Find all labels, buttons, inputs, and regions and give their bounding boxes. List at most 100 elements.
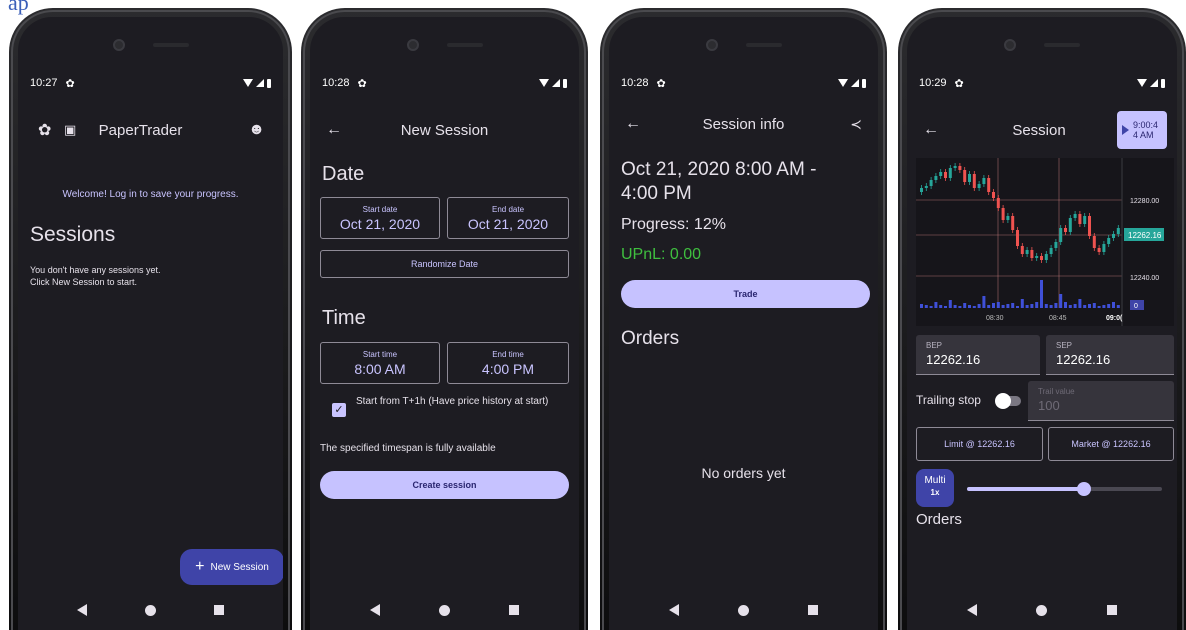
price-chart[interactable]: 12262.16 12280.00 12240.00 0 08:30 08:45…	[916, 158, 1174, 326]
screen-title: New Session	[400, 121, 489, 139]
phone-session-trading: 10:29 ✿ ← Session 9:00:4 4 AM 12262.16 1…	[898, 8, 1186, 630]
end-date-picker[interactable]: End date Oct 21, 2020	[447, 197, 569, 239]
sep-field: SEP 12262.16	[1046, 335, 1174, 375]
multiplier-slider-thumb[interactable]	[1077, 482, 1091, 496]
nav-back-icon[interactable]	[77, 604, 87, 616]
volume-bar	[1016, 306, 1019, 308]
status-bar: 10:29 ✿	[919, 75, 1165, 91]
randomize-date-button[interactable]: Randomize Date	[320, 250, 569, 278]
time-heading: Time	[322, 307, 366, 329]
nav-recents-icon[interactable]	[1107, 605, 1118, 615]
candle	[958, 166, 962, 170]
candle	[963, 170, 967, 182]
trailing-stop-toggle[interactable]	[995, 393, 1021, 409]
gear-icon: ✿	[65, 77, 75, 90]
start-time-picker[interactable]: Start time 8:00 AM	[320, 342, 440, 384]
volume-bar	[1030, 304, 1034, 308]
candle	[996, 198, 1000, 208]
price-label-high: 12280.00	[1130, 198, 1159, 205]
volume-bar	[982, 296, 986, 308]
candle	[1054, 242, 1058, 248]
candle	[924, 186, 928, 188]
sep-label: SEP	[1056, 341, 1073, 350]
candle	[948, 168, 952, 178]
start-offset-label: Start from T+1h (Have price history at s…	[356, 396, 549, 407]
new-session-button[interactable]: + New Session	[180, 549, 283, 585]
plus-icon: +	[195, 558, 205, 575]
price-label-low: 12240.00	[1130, 275, 1159, 282]
play-icon	[1122, 125, 1129, 135]
share-icon[interactable]: ≺	[850, 116, 862, 133]
candle	[1030, 250, 1034, 258]
candle	[934, 176, 938, 180]
multiplier-badge[interactable]: Multi 1x	[916, 469, 954, 507]
volume-bar	[992, 303, 995, 308]
limit-order-button[interactable]: Limit @ 12262.16	[916, 427, 1043, 461]
wifi-icon	[243, 79, 253, 87]
screen: 10:28 ✿ ← New Session Date Start date Oc…	[310, 17, 579, 630]
play-time-button[interactable]: 9:00:4 4 AM	[1117, 111, 1167, 149]
candle	[1001, 208, 1005, 220]
nav-home-icon[interactable]	[1036, 604, 1048, 616]
nav-home-icon[interactable]	[145, 604, 156, 616]
screen: 10:28 ✿ ← Session info ≺ Oct 21, 2020 8:…	[609, 17, 878, 630]
bep-value: 12262.16	[926, 352, 981, 367]
volume-tag-text: 0	[1134, 303, 1138, 310]
candle	[1016, 230, 1019, 246]
end-time-picker[interactable]: End time 4:00 PM	[447, 342, 569, 384]
volume-bar	[1020, 299, 1024, 308]
time-label-1: 08:30	[986, 315, 1004, 322]
candle	[982, 178, 986, 184]
volume-bar	[1083, 305, 1087, 308]
candle	[1040, 256, 1043, 260]
volume-bar	[1025, 305, 1029, 308]
app-title: PaperTrader	[98, 121, 183, 139]
signal-icon	[552, 79, 560, 87]
start-date-picker[interactable]: Start date Oct 21, 2020	[320, 197, 440, 239]
login-link[interactable]: Welcome! Log in to save your progress.	[18, 189, 283, 200]
volume-bar	[934, 302, 938, 308]
trade-button[interactable]: Trade	[621, 280, 870, 308]
market-order-button[interactable]: Market @ 12262.16	[1048, 427, 1174, 461]
volume-bar	[1044, 304, 1048, 308]
nav-home-icon[interactable]	[438, 604, 450, 616]
nav-recents-icon[interactable]	[214, 605, 224, 615]
start-offset-checkbox[interactable]: ✓	[332, 403, 346, 417]
app-bar: ← New Session	[310, 115, 579, 145]
volume-bar	[1035, 302, 1039, 308]
volume-bar	[977, 304, 981, 308]
volume-bar	[939, 305, 943, 308]
volume-bar	[1092, 303, 1096, 308]
nav-back-icon[interactable]	[369, 604, 380, 616]
volume-bar	[1112, 302, 1115, 308]
toggle-knob	[995, 393, 1011, 409]
phone-session-info: 10:28 ✿ ← Session info ≺ Oct 21, 2020 8:…	[600, 8, 887, 630]
nav-back-icon[interactable]	[966, 604, 977, 616]
candle	[953, 166, 957, 168]
battery-icon	[563, 78, 567, 88]
start-time-label: Start time	[362, 350, 398, 359]
volume-bar	[963, 303, 967, 308]
volume-bar	[924, 305, 928, 308]
start-date-value: Oct 21, 2020	[339, 216, 421, 232]
candle	[1068, 218, 1072, 232]
empty-message: You don't have any sessions yet. Click N…	[30, 264, 250, 288]
create-session-button[interactable]: Create session	[320, 471, 569, 499]
candle	[1035, 256, 1039, 258]
multi-value: 1x	[930, 488, 940, 497]
nav-back-icon[interactable]	[668, 604, 679, 616]
progress-text: Progress: 12%	[621, 216, 726, 233]
screen: 10:29 ✿ ← Session 9:00:4 4 AM 12262.16 1…	[907, 17, 1177, 630]
signal-icon	[256, 79, 264, 87]
current-time: 9:00:4 4 AM	[1133, 120, 1158, 140]
volume-bar	[929, 306, 933, 308]
status-bar: 10:28 ✿	[621, 75, 866, 91]
multiplier-slider-active	[967, 487, 1084, 491]
nav-recents-icon[interactable]	[509, 605, 520, 615]
page-heading-fragment: ap	[8, 0, 29, 15]
multi-label: Multi	[924, 475, 946, 486]
nav-recents-icon[interactable]	[808, 605, 819, 615]
nav-home-icon[interactable]	[737, 604, 749, 616]
account-icon[interactable]: ☻	[248, 121, 265, 139]
candle	[929, 180, 933, 186]
